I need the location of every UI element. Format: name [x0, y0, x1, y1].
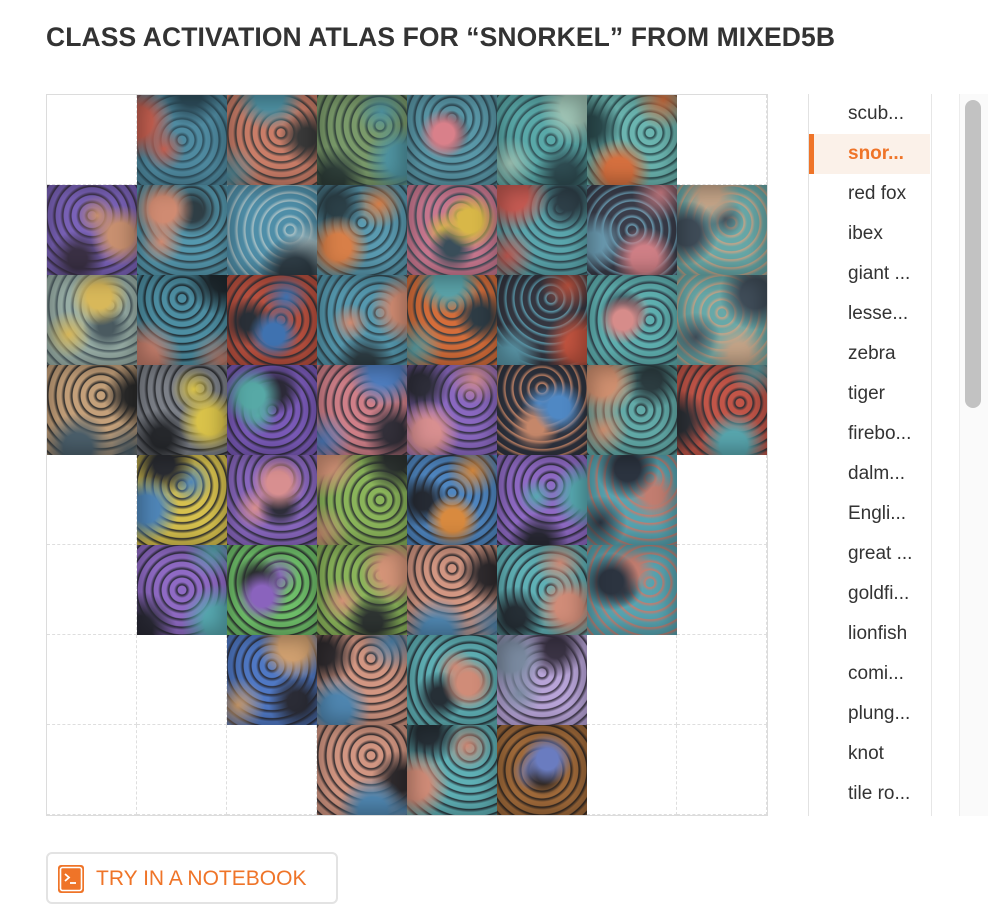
atlas-empty-cell: [677, 95, 767, 185]
atlas-tile[interactable]: [497, 455, 587, 545]
atlas-tile[interactable]: [407, 455, 497, 545]
atlas-tile[interactable]: [227, 275, 317, 365]
atlas-empty-cell: [587, 635, 677, 725]
atlas-tile[interactable]: [677, 185, 767, 275]
class-list[interactable]: scub... snor... red fox ibex giant ... lesse.…: [809, 94, 930, 814]
atlas-empty-cell: [47, 635, 137, 725]
atlas-tile[interactable]: [407, 725, 497, 815]
atlas-tile[interactable]: [137, 95, 227, 185]
class-item[interactable]: Engli...: [809, 494, 930, 534]
atlas-tile[interactable]: [407, 275, 497, 365]
atlas-tile[interactable]: [587, 455, 677, 545]
atlas-tile[interactable]: [137, 545, 227, 635]
atlas-tile[interactable]: [587, 275, 677, 365]
atlas-tile[interactable]: [317, 365, 407, 455]
atlas-tile[interactable]: [497, 185, 587, 275]
atlas-tile[interactable]: [317, 725, 407, 815]
atlas-empty-cell: [47, 455, 137, 545]
try-in-notebook-button[interactable]: TRY IN A NOTEBOOK: [46, 852, 338, 904]
atlas-tile[interactable]: [587, 365, 677, 455]
atlas-tile[interactable]: [497, 545, 587, 635]
atlas-tile[interactable]: [47, 275, 137, 365]
activation-atlas-grid[interactable]: [46, 94, 768, 816]
atlas-empty-cell: [47, 95, 137, 185]
atlas-empty-cell: [137, 725, 227, 815]
class-item[interactable]: tiger: [809, 374, 930, 414]
atlas-tile[interactable]: [497, 95, 587, 185]
atlas-tile[interactable]: [227, 545, 317, 635]
atlas-tile[interactable]: [497, 725, 587, 815]
atlas-tile[interactable]: [587, 95, 677, 185]
atlas-tile[interactable]: [407, 365, 497, 455]
atlas-empty-cell: [47, 545, 137, 635]
scrollbar-thumb[interactable]: [965, 100, 981, 408]
atlas-tile[interactable]: [587, 545, 677, 635]
atlas-tile[interactable]: [137, 365, 227, 455]
class-item[interactable]: lionfish: [809, 614, 930, 654]
atlas-tile[interactable]: [317, 275, 407, 365]
atlas-tile[interactable]: [227, 635, 317, 725]
atlas-tile[interactable]: [137, 275, 227, 365]
class-item[interactable]: plung...: [809, 694, 930, 734]
atlas-empty-cell: [47, 725, 137, 815]
atlas-tile[interactable]: [137, 185, 227, 275]
atlas-tile[interactable]: [227, 365, 317, 455]
try-in-notebook-label: TRY IN A NOTEBOOK: [96, 867, 307, 890]
class-item[interactable]: dalm...: [809, 454, 930, 494]
atlas-tile[interactable]: [497, 635, 587, 725]
atlas-tile[interactable]: [587, 185, 677, 275]
class-item[interactable]: firebo...: [809, 414, 930, 454]
class-item[interactable]: lesse...: [809, 294, 930, 334]
atlas-tile[interactable]: [407, 95, 497, 185]
class-item[interactable]: red fox: [809, 174, 930, 214]
atlas-tile[interactable]: [497, 275, 587, 365]
class-item[interactable]: ibex: [809, 214, 930, 254]
atlas-tile[interactable]: [317, 455, 407, 545]
atlas-empty-cell: [227, 725, 317, 815]
atlas-tile[interactable]: [497, 365, 587, 455]
atlas-tile[interactable]: [227, 185, 317, 275]
class-item[interactable]: comi...: [809, 654, 930, 694]
atlas-tile[interactable]: [317, 185, 407, 275]
class-item[interactable]: great ...: [809, 534, 930, 574]
atlas-tile[interactable]: [677, 275, 767, 365]
class-item[interactable]: scub...: [809, 94, 930, 134]
class-item[interactable]: giant ...: [809, 254, 930, 294]
atlas-tile[interactable]: [227, 95, 317, 185]
atlas-empty-cell: [677, 635, 767, 725]
atlas-tile[interactable]: [317, 635, 407, 725]
terminal-icon: [58, 865, 84, 893]
atlas-empty-cell: [677, 725, 767, 815]
class-list-panel[interactable]: scub... snor... red fox ibex giant ... lesse.…: [808, 94, 988, 816]
atlas-tile[interactable]: [137, 455, 227, 545]
atlas-tile[interactable]: [47, 185, 137, 275]
class-item[interactable]: zebra: [809, 334, 930, 374]
atlas-empty-cell: [677, 455, 767, 545]
atlas-empty-cell: [587, 725, 677, 815]
atlas-empty-cell: [677, 545, 767, 635]
page-title: CLASS ACTIVATION ATLAS FOR “SNORKEL” FRO…: [46, 22, 836, 52]
atlas-tile[interactable]: [317, 95, 407, 185]
atlas-empty-cell: [137, 635, 227, 725]
class-item[interactable]: goldfi...: [809, 574, 930, 614]
atlas-tile[interactable]: [227, 455, 317, 545]
atlas-tile[interactable]: [407, 545, 497, 635]
atlas-tile[interactable]: [677, 365, 767, 455]
class-item-active[interactable]: snor...: [809, 134, 930, 174]
class-item[interactable]: tile ro...: [809, 774, 930, 814]
class-item[interactable]: knot: [809, 734, 930, 774]
atlas-tile[interactable]: [407, 185, 497, 275]
atlas-tile[interactable]: [47, 365, 137, 455]
list-divider: [931, 94, 932, 816]
atlas-tile[interactable]: [317, 545, 407, 635]
atlas-tile[interactable]: [407, 635, 497, 725]
